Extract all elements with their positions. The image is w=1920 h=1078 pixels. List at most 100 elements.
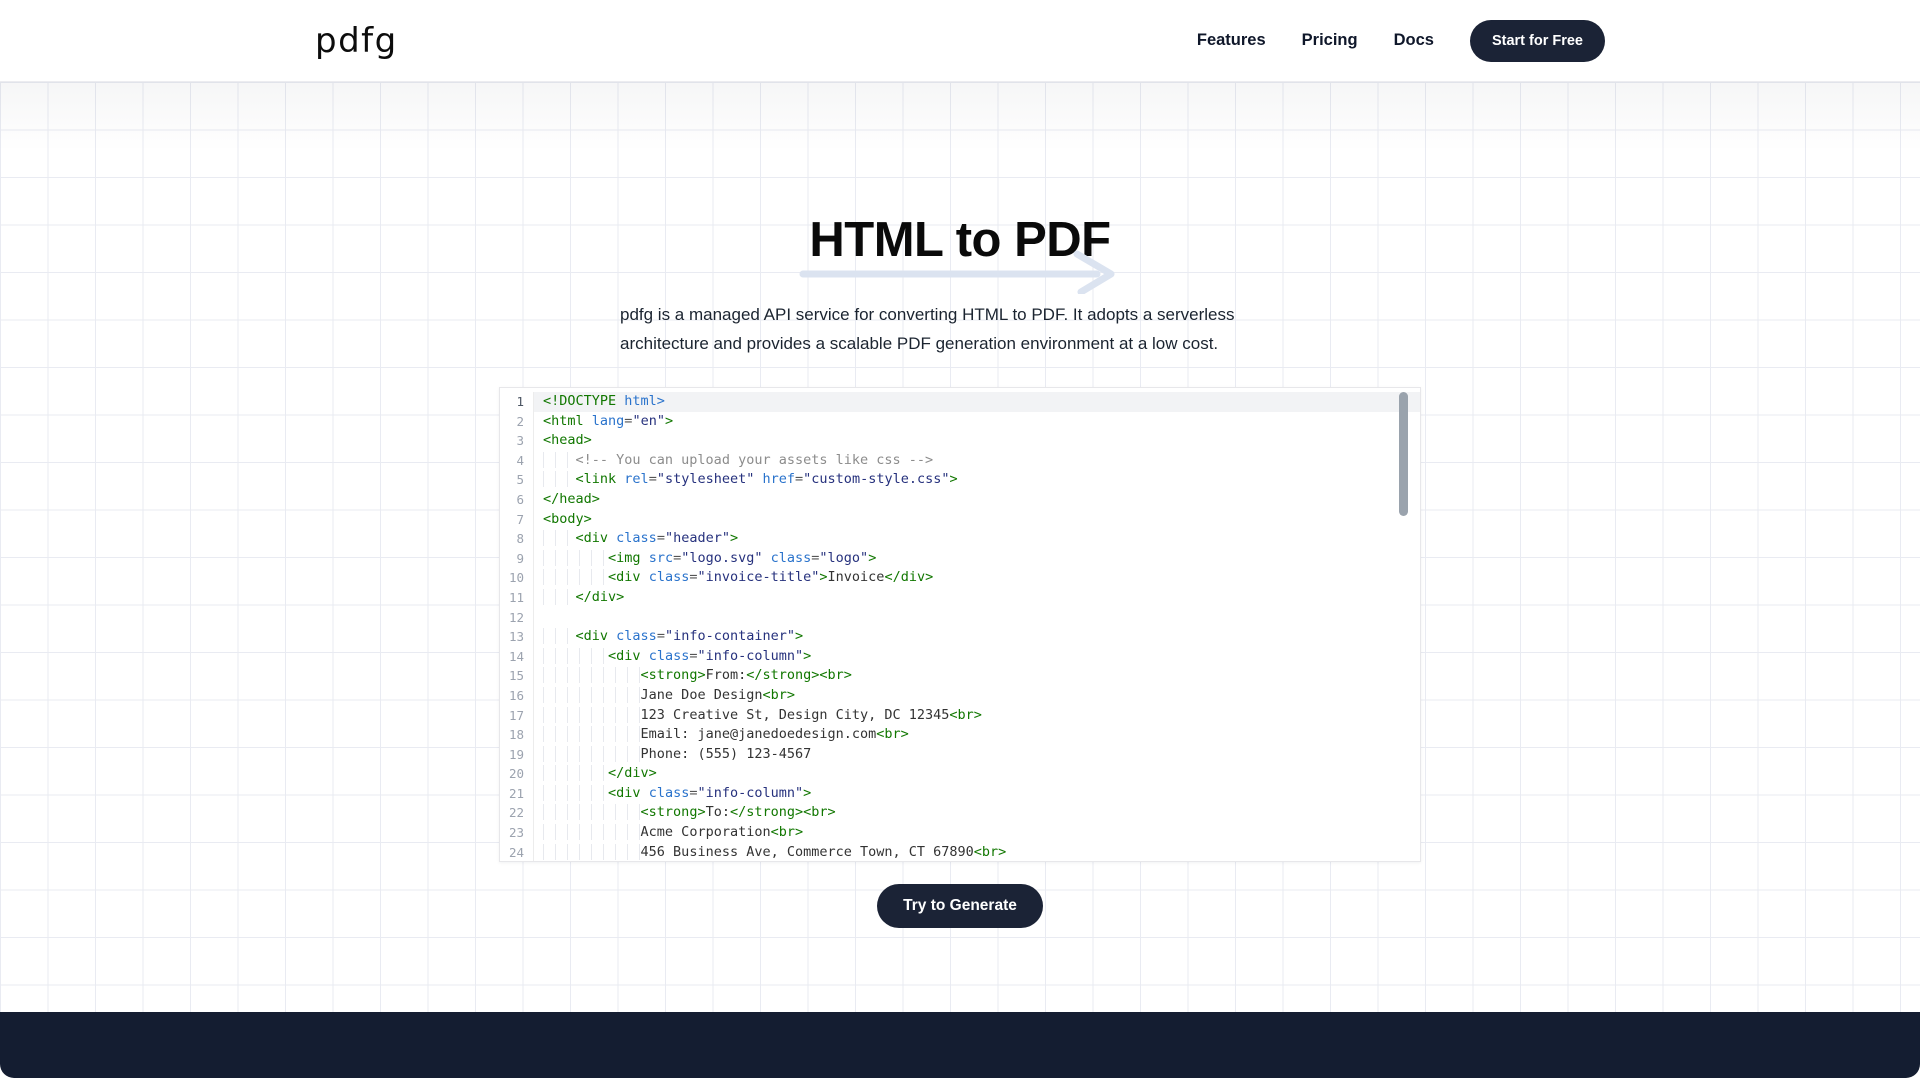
code-token-tag: <br> — [876, 726, 909, 742]
code-token-attr: href — [763, 471, 796, 487]
code-token-str: "stylesheet" — [657, 471, 755, 487]
code-token-tag: </div> — [608, 765, 657, 781]
start-for-free-button[interactable]: Start for Free — [1470, 20, 1605, 62]
code-line: 4 <!-- You can upload your assets like c… — [500, 451, 1420, 471]
code-line-content: Jane Doe Design<br> — [534, 686, 1420, 706]
code-token-txt: To: — [706, 804, 730, 820]
code-token-pun: = — [657, 628, 665, 644]
code-line: 19 Phone: (555) 123-4567 — [500, 745, 1420, 765]
code-line-content — [534, 608, 1420, 628]
hero-description-line1: pdfg is a managed API service for conver… — [620, 305, 1234, 324]
main-section: HTML to PDF pdfg is a managed API servic… — [0, 82, 1920, 1012]
code-token-str: "logo.svg" — [681, 550, 762, 566]
code-line: 1<!DOCTYPE html> — [500, 392, 1420, 412]
line-number: 4 — [500, 451, 534, 471]
code-token-tag: <body> — [543, 511, 592, 527]
code-line: 13 <div class="info-container"> — [500, 627, 1420, 647]
line-number: 20 — [500, 764, 534, 784]
line-number: 22 — [500, 803, 534, 823]
code-line: 21 <div class="info-column"> — [500, 784, 1420, 804]
line-number: 23 — [500, 823, 534, 843]
code-line: 24 456 Business Ave, Commerce Town, CT 6… — [500, 843, 1420, 862]
code-line: 7 <body> — [500, 510, 1420, 530]
code-token-pun: = — [673, 550, 681, 566]
code-line-content: Email: jane@janedoedesign.com<br> — [534, 725, 1420, 745]
nav-link-docs[interactable]: Docs — [1394, 31, 1434, 50]
code-line-content: Phone: (555) 123-4567 — [534, 745, 1420, 765]
code-line: 18 Email: jane@janedoedesign.com<br> — [500, 725, 1420, 745]
code-token-ws — [543, 667, 641, 683]
code-token-ws — [543, 687, 641, 703]
brand-logo[interactable]: pdfg — [315, 21, 398, 61]
code-token-tag: </strong> — [746, 667, 819, 683]
code-line-content: <html lang="en"> — [534, 412, 1420, 432]
code-line: 14 <div class="info-column"> — [500, 647, 1420, 667]
code-line: 15 <strong>From:</strong><br> — [500, 666, 1420, 686]
line-number: 8 — [500, 529, 534, 549]
code-line-content: <div class="invoice-title">Invoice</div> — [534, 568, 1420, 588]
line-number: 11 — [500, 588, 534, 608]
code-token-tag: > — [795, 628, 803, 644]
code-line-content: </div> — [534, 588, 1420, 608]
code-token-tag: <img — [608, 550, 641, 566]
page-title: HTML to PDF — [0, 214, 1920, 266]
hero-description-line2: architecture and provides a scalable PDF… — [620, 334, 1218, 353]
line-number: 7 — [500, 510, 534, 530]
code-line-content: 123 Creative St, Design City, DC 12345<b… — [534, 706, 1420, 726]
code-token-txt: Jane Doe Design — [641, 687, 763, 703]
code-token-tag: > — [868, 550, 876, 566]
header: pdfg Features Pricing Docs Start for Fre… — [0, 0, 1920, 82]
code-token-tag: > — [819, 569, 827, 585]
nav-link-features[interactable]: Features — [1197, 31, 1266, 50]
code-token-tag: > — [803, 785, 811, 801]
code-token-str: "logo" — [819, 550, 868, 566]
code-line: 10 <div class="invoice-title">Invoice</d… — [500, 568, 1420, 588]
code-token-pun: = — [795, 471, 803, 487]
code-token-tag: > — [665, 413, 673, 429]
code-token-ws — [543, 726, 641, 742]
code-line-content: <body> — [534, 510, 1420, 530]
code-line-content: <!DOCTYPE html> — [534, 392, 1420, 412]
code-line: 8 <div class="header"> — [500, 529, 1420, 549]
code-token-ws — [543, 471, 576, 487]
line-number: 6 — [500, 490, 534, 510]
line-number: 17 — [500, 706, 534, 726]
code-token-tag: </strong> — [730, 804, 803, 820]
line-number: 19 — [500, 745, 534, 765]
code-token-tag: <br> — [803, 804, 836, 820]
code-line-content: <strong>To:</strong><br> — [534, 803, 1420, 823]
code-token-txt — [641, 648, 649, 664]
code-token-txt — [584, 413, 592, 429]
page: pdfg Features Pricing Docs Start for Fre… — [0, 0, 1920, 1078]
code-token-txt: Invoice — [828, 569, 885, 585]
code-token-ws — [543, 452, 576, 468]
code-token-tag: <strong> — [641, 667, 706, 683]
code-token-tag: <div — [608, 569, 641, 585]
code-token-tag: <link — [576, 471, 617, 487]
hero-description: pdfg is a managed API service for conver… — [620, 300, 1300, 358]
nav-link-pricing[interactable]: Pricing — [1302, 31, 1358, 50]
code-line: 23 Acme Corporation<br> — [500, 823, 1420, 843]
code-token-tag: <head> — [543, 432, 592, 448]
code-token-attr: src — [649, 550, 673, 566]
code-line: 12 — [500, 608, 1420, 628]
try-to-generate-button[interactable]: Try to Generate — [877, 884, 1043, 928]
line-number: 5 — [500, 470, 534, 490]
editor-scrollbar-thumb[interactable] — [1399, 392, 1408, 516]
code-token-tag: </div> — [576, 589, 625, 605]
code-token-ws — [543, 785, 608, 801]
code-line-content: <link rel="stylesheet" href="custom-styl… — [534, 470, 1420, 490]
code-editor[interactable]: 1<!DOCTYPE html>2<html lang="en">3<head>… — [499, 387, 1421, 862]
line-number: 10 — [500, 568, 534, 588]
code-line-content: <strong>From:</strong><br> — [534, 666, 1420, 686]
code-token-com: <!-- You can upload your assets like css… — [576, 452, 934, 468]
header-inner: pdfg Features Pricing Docs Start for Fre… — [315, 0, 1605, 81]
code-line: 6</head> — [500, 490, 1420, 510]
code-token-txt — [641, 569, 649, 585]
code-line-content: Acme Corporation<br> — [534, 823, 1420, 843]
line-number: 24 — [500, 843, 534, 862]
code-line-content: </head> — [534, 490, 1420, 510]
code-line-content: </div> — [534, 764, 1420, 784]
code-token-tag: <br> — [819, 667, 852, 683]
code-token-txt — [608, 628, 616, 644]
